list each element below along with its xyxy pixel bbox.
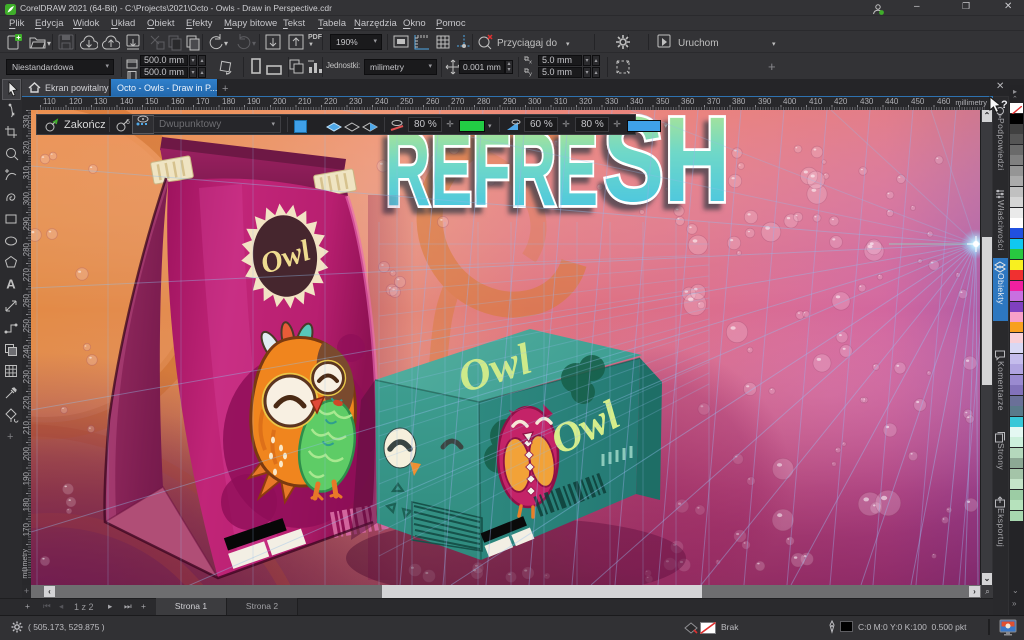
svg-text:?: ? [1001,99,1008,111]
svg-text:A: A [6,277,16,292]
svg-text:6: 6 [126,119,130,126]
